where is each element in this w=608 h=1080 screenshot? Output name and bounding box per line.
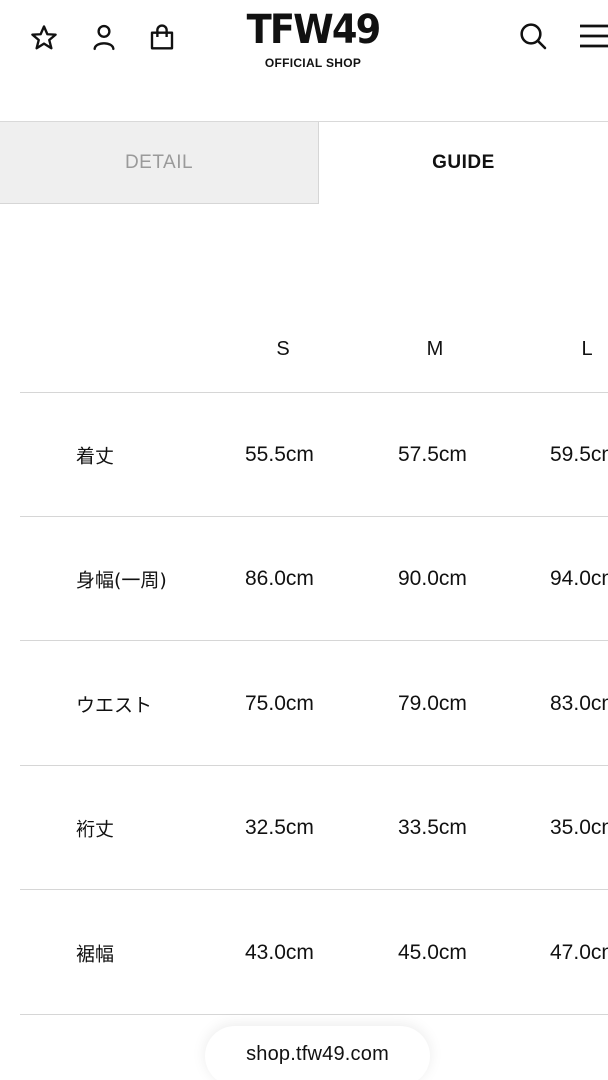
table-row: ウエスト 75.0cm 79.0cm 83.0cm <box>20 642 608 766</box>
table-cell: 94.0cm <box>550 566 608 590</box>
star-icon <box>29 23 59 53</box>
product-tabs: DETAIL GUIDE <box>0 122 608 206</box>
table-cell: 75.0cm <box>245 691 314 715</box>
table-cell: 79.0cm <box>398 691 467 715</box>
search-button[interactable] <box>515 18 551 54</box>
search-icon <box>517 20 549 52</box>
table-row: 裾幅 43.0cm 45.0cm 47.0cm <box>20 891 608 1015</box>
size-column-m: M <box>426 338 444 360</box>
site-logo[interactable]: TFW49 OFFICIAL SHOP <box>230 8 396 70</box>
table-cell: 47.0cm <box>550 940 608 964</box>
menu-button[interactable] <box>576 18 608 54</box>
page: TFW49 OFFICIAL SHOP DETAIL GUIDE S M L 着… <box>0 0 608 1080</box>
account-button[interactable] <box>86 19 122 55</box>
tab-detail[interactable]: DETAIL <box>0 122 319 204</box>
tab-guide[interactable]: GUIDE <box>319 122 608 204</box>
favorites-button[interactable] <box>26 20 62 56</box>
browser-url-bar[interactable]: shop.tfw49.com <box>205 1026 430 1080</box>
table-cell: 43.0cm <box>245 940 314 964</box>
table-row: 着丈 55.5cm 57.5cm 59.5cm <box>20 393 608 517</box>
size-column-s: S <box>276 338 290 360</box>
table-cell: 57.5cm <box>398 442 467 466</box>
row-label: 裄丈 <box>76 818 115 840</box>
table-cell: 83.0cm <box>550 691 608 715</box>
table-row: 裄丈 32.5cm 33.5cm 35.0cm <box>20 766 608 890</box>
table-cell: 59.5cm <box>550 442 608 466</box>
bag-icon <box>147 22 177 52</box>
menu-icon <box>576 20 608 52</box>
table-cell: 33.5cm <box>398 815 467 839</box>
table-cell: 55.5cm <box>245 442 314 466</box>
site-header: TFW49 OFFICIAL SHOP <box>0 0 608 122</box>
table-cell: 45.0cm <box>398 940 467 964</box>
user-icon <box>89 22 119 52</box>
row-label: ウエスト <box>76 694 153 716</box>
logo-wordmark: TFW49 <box>246 7 382 53</box>
row-label: 着丈 <box>76 445 115 467</box>
row-label: 身幅(一周) <box>76 569 167 591</box>
size-table-header: S M L <box>0 206 608 392</box>
url-text: shop.tfw49.com <box>246 1043 389 1065</box>
table-cell: 86.0cm <box>245 566 314 590</box>
table-row: 身幅(一周) 86.0cm 90.0cm 94.0cm <box>20 517 608 641</box>
cart-button[interactable] <box>144 19 180 55</box>
table-cell: 32.5cm <box>245 815 314 839</box>
row-label: 裾幅 <box>76 943 115 965</box>
size-column-l: L <box>581 338 593 360</box>
logo-subtitle: OFFICIAL SHOP <box>264 56 362 70</box>
table-cell: 90.0cm <box>398 566 467 590</box>
table-cell: 35.0cm <box>550 815 608 839</box>
